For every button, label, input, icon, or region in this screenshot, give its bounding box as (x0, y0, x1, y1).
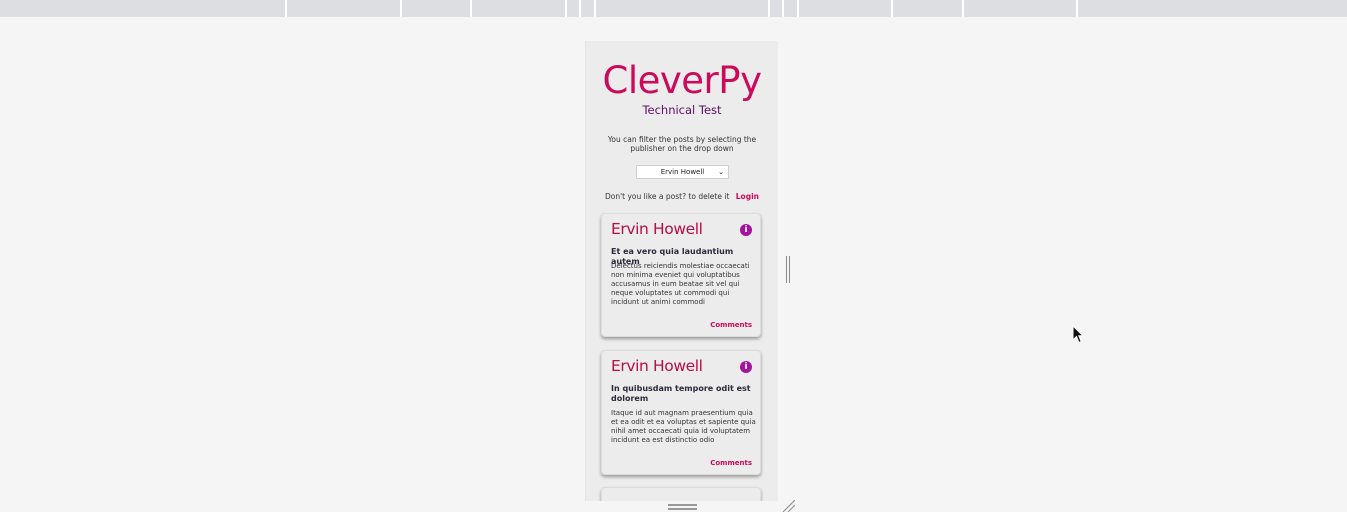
app-subtitle: Technical Test (642, 103, 722, 117)
post-body: Delectus reiciendis molestiae occaecati … (611, 262, 750, 306)
toolbar-divider (962, 0, 964, 17)
filter-hint: You can filter the posts by selecting th… (607, 135, 757, 153)
publisher-select-value: Ervin Howell (660, 168, 705, 176)
comments-link[interactable]: Comments (710, 321, 752, 329)
info-icon[interactable]: i (740, 224, 752, 236)
toolbar-divider (400, 0, 402, 17)
post-body: Itaque id aut magnam praesentium quia et… (611, 409, 756, 444)
bottom-resize-handle[interactable] (668, 504, 697, 512)
post-title: In quibusdam tempore odit est dolorem (611, 384, 751, 403)
toolbar-divider (797, 0, 799, 17)
mouse-pointer-icon (1072, 325, 1084, 344)
toolbar-divider (1076, 0, 1078, 17)
toolbar-divider (285, 0, 287, 17)
post-author: Ervin Howell (611, 357, 703, 375)
post-card: Ervin Howell i Et ea vero quia laudantiu… (601, 213, 761, 337)
toolbar-divider (470, 0, 472, 17)
resize-handle[interactable] (786, 256, 790, 283)
top-toolbar (0, 0, 1347, 17)
post-card (601, 487, 761, 501)
toolbar-divider (768, 0, 770, 17)
resize-corner-icon[interactable] (779, 500, 795, 512)
toolbar-divider (782, 0, 784, 17)
toolbar-divider (891, 0, 893, 17)
post-card: Ervin Howell i In quibusdam tempore odit… (601, 350, 761, 475)
comments-link[interactable]: Comments (710, 459, 752, 467)
toolbar-divider (579, 0, 581, 17)
info-icon[interactable]: i (740, 361, 752, 373)
chevron-down-icon: ⌄ (718, 168, 724, 176)
toolbar-divider (565, 0, 567, 17)
delete-prompt-text: Don't you like a post? to delete it (604, 192, 730, 201)
post-author: Ervin Howell (611, 220, 703, 238)
mobile-preview-frame: CleverPy Technical Test You can filter t… (585, 41, 778, 501)
publisher-select[interactable]: Ervin Howell ⌄ (636, 165, 729, 179)
toolbar-divider (594, 0, 596, 17)
app-logo: CleverPy (602, 59, 762, 102)
login-link[interactable]: Login (736, 192, 759, 201)
delete-prompt-line: Don't you like a post? to delete it Logi… (586, 192, 778, 201)
